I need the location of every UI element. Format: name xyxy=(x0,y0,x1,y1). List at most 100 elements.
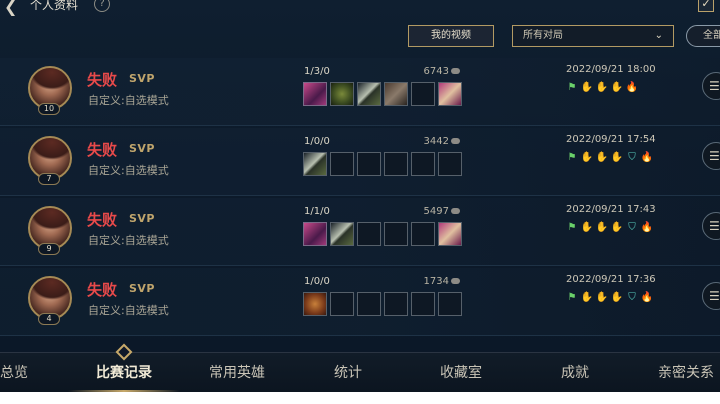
match-mode: 自定义:自选模式 xyxy=(88,164,169,177)
tab-3[interactable]: 统计 xyxy=(312,353,384,393)
match-result: 失败 xyxy=(87,71,118,89)
svp-badge: SVP xyxy=(129,212,155,225)
match-row[interactable]: 10 失败 SVP 自定义:自选模式 1/3/0 6743 2022/09/21 18:00… xyxy=(0,58,720,126)
item-slots xyxy=(303,222,462,246)
shield-icon: ⛉ xyxy=(628,152,636,163)
item-slot[interactable] xyxy=(438,222,462,246)
coin-icon xyxy=(451,208,460,214)
match-mode: 自定义:自选模式 xyxy=(88,234,169,247)
coin-icon xyxy=(451,278,460,284)
gold-amount: 1734 xyxy=(400,276,460,287)
item-slots xyxy=(303,82,462,106)
kda: 1/1/0 xyxy=(304,206,330,217)
svp-badge: SVP xyxy=(129,72,155,85)
all-filter-button[interactable]: 全部 xyxy=(686,25,720,47)
hands-icon: ✋ xyxy=(580,152,594,163)
item-slot[interactable] xyxy=(357,82,381,106)
shield-icon: ⛉ xyxy=(628,222,636,233)
achievement-icons: ⚑ ✋ ✋ ✋ ⛉ 🔥 xyxy=(565,222,654,234)
item-slot[interactable] xyxy=(438,292,462,316)
item-slot[interactable] xyxy=(411,82,435,106)
tab-6[interactable]: 亲密关系 xyxy=(640,353,720,393)
fire-icon: 🔥 xyxy=(640,152,654,163)
gold-amount: 6743 xyxy=(400,66,460,77)
item-slot[interactable] xyxy=(384,222,408,246)
kda: 1/0/0 xyxy=(304,136,330,147)
menu-icon[interactable]: ☰ xyxy=(702,142,720,170)
hands-icon: ✋ xyxy=(595,82,609,93)
item-slot[interactable] xyxy=(438,152,462,176)
hero-level: 10 xyxy=(38,103,60,115)
achievement-icons: ⚑ ✋ ✋ ✋ ⛉ 🔥 xyxy=(565,152,654,164)
match-row[interactable]: 4 失败 SVP 自定义:自选模式 1/0/0 1734 2022/09/21 17:36 ⚑… xyxy=(0,268,720,336)
match-result: 失败 xyxy=(87,281,118,299)
menu-icon[interactable]: ☰ xyxy=(702,212,720,240)
checkbox-icon[interactable]: ✓ xyxy=(698,0,714,12)
coin-icon xyxy=(451,68,460,74)
fire-icon: 🔥 xyxy=(625,82,639,93)
fire-icon: 🔥 xyxy=(640,292,654,303)
match-mode: 自定义:自选模式 xyxy=(88,94,169,107)
chevron-down-icon: ⌄ xyxy=(654,30,663,41)
svp-badge: SVP xyxy=(129,142,155,155)
hands-icon: ✋ xyxy=(610,152,624,163)
item-slot[interactable] xyxy=(330,152,354,176)
tab-2[interactable]: 常用英雄 xyxy=(196,353,278,393)
my-videos-button[interactable]: 我的视频 xyxy=(408,25,494,47)
item-slot[interactable] xyxy=(330,222,354,246)
kda: 1/0/0 xyxy=(304,276,330,287)
item-slot[interactable] xyxy=(438,82,462,106)
item-slot[interactable] xyxy=(411,292,435,316)
kda: 1/3/0 xyxy=(304,66,330,77)
shield-icon: ⛉ xyxy=(628,292,636,303)
match-date: 2022/09/21 17:43 xyxy=(566,204,656,215)
tab-0[interactable]: 总览 xyxy=(0,353,40,393)
item-slot[interactable] xyxy=(384,152,408,176)
match-date: 2022/09/21 17:54 xyxy=(566,134,656,145)
item-slot[interactable] xyxy=(411,222,435,246)
match-row[interactable]: 7 失败 SVP 自定义:自选模式 1/0/0 3442 2022/09/21 17:54 ⚑… xyxy=(0,128,720,196)
bottom-strip xyxy=(0,392,720,404)
item-slot[interactable] xyxy=(303,82,327,106)
item-slot[interactable] xyxy=(330,292,354,316)
tab-4[interactable]: 收藏室 xyxy=(420,353,502,393)
item-slot[interactable] xyxy=(384,292,408,316)
flag-icon: ⚑ xyxy=(567,222,577,233)
mode-select[interactable]: 所有对局 ⌄ xyxy=(512,25,674,47)
hands-icon: ✋ xyxy=(610,222,624,233)
page-title: 个人资料 xyxy=(30,0,79,12)
item-slot[interactable] xyxy=(384,82,408,106)
match-date: 2022/09/21 17:36 xyxy=(566,274,656,285)
item-slot[interactable] xyxy=(357,292,381,316)
coin-icon xyxy=(451,138,460,144)
tab-5[interactable]: 成就 xyxy=(534,353,616,393)
achievement-icons: ⚑ ✋ ✋ ✋ 🔥 xyxy=(565,82,639,94)
mode-select-value: 所有对局 xyxy=(523,30,563,41)
match-date: 2022/09/21 18:00 xyxy=(566,64,656,75)
match-row[interactable]: 9 失败 SVP 自定义:自选模式 1/1/0 5497 2022/09/21 17:43 ⚑… xyxy=(0,198,720,266)
hero-level: 4 xyxy=(38,313,60,325)
item-slot[interactable] xyxy=(330,82,354,106)
gold-amount: 5497 xyxy=(400,206,460,217)
hands-icon: ✋ xyxy=(595,222,609,233)
item-slot[interactable] xyxy=(303,152,327,176)
achievement-icons: ⚑ ✋ ✋ ✋ ⛉ 🔥 xyxy=(565,292,654,304)
item-slot[interactable] xyxy=(303,292,327,316)
item-slot[interactable] xyxy=(357,152,381,176)
hands-icon: ✋ xyxy=(595,152,609,163)
menu-icon[interactable]: ☰ xyxy=(702,282,720,310)
item-slot[interactable] xyxy=(357,222,381,246)
item-slots xyxy=(303,292,462,316)
hands-icon: ✋ xyxy=(580,222,594,233)
back-icon[interactable]: ❮ xyxy=(4,0,17,16)
hands-icon: ✋ xyxy=(610,82,624,93)
match-result: 失败 xyxy=(87,211,118,229)
menu-icon[interactable]: ☰ xyxy=(702,72,720,100)
tab-bar: 总览 比赛记录 常用英雄 统计 收藏室 成就 亲密关系 xyxy=(0,352,720,392)
flag-icon: ⚑ xyxy=(567,82,577,93)
hero-level: 7 xyxy=(38,173,60,185)
fire-icon: 🔥 xyxy=(640,222,654,233)
hands-icon: ✋ xyxy=(580,292,594,303)
item-slot[interactable] xyxy=(303,222,327,246)
item-slot[interactable] xyxy=(411,152,435,176)
